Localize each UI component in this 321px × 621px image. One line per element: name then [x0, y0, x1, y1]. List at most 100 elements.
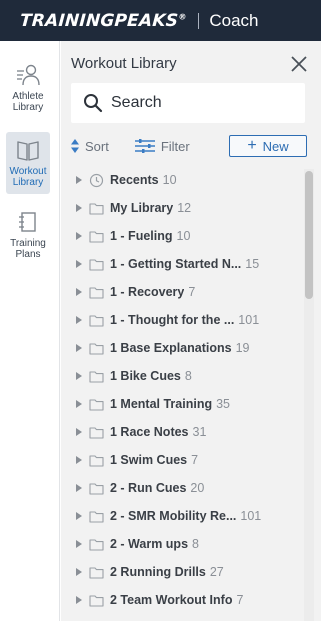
close-icon — [291, 56, 307, 72]
folder-name: 2 Running Drills — [110, 565, 206, 579]
folder-list: Recents 10 My Library 12 1 - Fueling 10 1 - Ge… — [61, 166, 301, 614]
folder-name: Recents — [110, 173, 159, 187]
expand-caret-icon[interactable] — [76, 232, 82, 240]
folder-name: 1 Swim Cues — [110, 453, 188, 467]
folder-row[interactable]: 1 Mental Training 35 — [61, 390, 301, 418]
filter-button[interactable]: Filter — [134, 138, 190, 154]
folder-row[interactable]: 1 - Thought for the ... 101 — [61, 306, 301, 334]
expand-caret-icon[interactable] — [76, 176, 82, 184]
panel-title: Workout Library — [71, 55, 177, 72]
expand-caret-icon[interactable] — [76, 288, 82, 296]
folder-icon — [89, 342, 104, 355]
expand-caret-icon[interactable] — [76, 344, 82, 352]
folder-name: 2 - Run Cues — [110, 481, 187, 495]
folder-row[interactable]: 2 - SMR Mobility Re... 101 — [61, 502, 301, 530]
expand-caret-icon[interactable] — [76, 540, 82, 548]
folder-icon — [89, 286, 104, 299]
folder-icon — [89, 454, 104, 467]
folder-icon — [89, 370, 104, 383]
expand-caret-icon[interactable] — [76, 260, 82, 268]
folder-icon — [89, 202, 104, 215]
folder-icon — [89, 482, 104, 495]
expand-caret-icon[interactable] — [76, 316, 82, 324]
expand-caret-icon[interactable] — [76, 568, 82, 576]
workout-library-icon — [15, 138, 41, 162]
folder-count: 27 — [209, 565, 224, 579]
expand-caret-icon[interactable] — [76, 428, 82, 436]
expand-caret-icon[interactable] — [76, 512, 82, 520]
folder-count: 12 — [177, 201, 192, 215]
folder-row[interactable]: 1 Bike Cues 8 — [61, 362, 301, 390]
folder-name: 1 Race Notes — [110, 425, 189, 439]
folder-row[interactable]: Recents 10 — [61, 166, 301, 194]
folder-count: 7 — [191, 453, 199, 467]
clock-icon — [89, 173, 104, 187]
folder-name: 2 - Warm ups — [110, 537, 189, 551]
search-box[interactable] — [71, 83, 305, 123]
scrollbar-thumb[interactable] — [305, 171, 313, 299]
rail-item-training-plans[interactable]: Training Plans — [6, 204, 50, 266]
folder-icon — [89, 426, 104, 439]
folder-name: 1 Bike Cues — [110, 369, 181, 383]
folder-count: 8 — [184, 369, 192, 383]
new-button[interactable]: + New — [229, 135, 307, 157]
top-bar: TRAININGPEAKS® Coach — [0, 0, 321, 41]
folder-count: 101 — [240, 509, 262, 523]
folder-count: 19 — [235, 341, 250, 355]
folder-name: 1 - Fueling — [110, 229, 173, 243]
folder-name: 1 - Recovery — [110, 285, 185, 299]
section-title: Coach — [209, 10, 259, 30]
workout-library-panel: Workout Library Sort — [61, 41, 321, 621]
expand-caret-icon[interactable] — [76, 596, 82, 604]
search-input[interactable] — [111, 94, 291, 112]
plus-icon: + — [247, 137, 257, 154]
folder-row[interactable]: 2 - Run Cues 20 — [61, 474, 301, 502]
expand-caret-icon[interactable] — [76, 372, 82, 380]
training-plans-icon — [15, 210, 41, 234]
folder-row[interactable]: 1 - Fueling 10 — [61, 222, 301, 250]
folder-row[interactable]: 1 - Getting Started N... 15 — [61, 250, 301, 278]
folder-name: 2 Team Workout Info — [110, 593, 233, 607]
expand-caret-icon[interactable] — [76, 484, 82, 492]
sort-icon — [71, 139, 79, 153]
folder-icon — [89, 314, 104, 327]
folder-row[interactable]: 2 - Warm ups 8 — [61, 530, 301, 558]
folder-icon — [89, 258, 104, 271]
folder-row[interactable]: 1 Race Notes 31 — [61, 418, 301, 446]
folder-count: 20 — [190, 481, 205, 495]
close-button[interactable] — [289, 54, 309, 74]
folder-row[interactable]: 2 Team Workout Info 7 — [61, 586, 301, 614]
expand-caret-icon[interactable] — [76, 204, 82, 212]
folder-row[interactable]: My Library 12 — [61, 194, 301, 222]
folder-row[interactable]: 1 Base Explanations 19 — [61, 334, 301, 362]
brand-logo[interactable]: TRAININGPEAKS® — [19, 11, 187, 31]
folder-icon — [89, 566, 104, 579]
folder-count: 7 — [236, 593, 244, 607]
folder-icon — [89, 594, 104, 607]
rail-item-athlete-library[interactable]: Athlete Library — [6, 57, 50, 119]
rail-item-workout-library[interactable]: Workout Library — [6, 132, 50, 194]
folder-count: 8 — [192, 537, 199, 551]
brand-divider — [198, 12, 200, 29]
folder-icon — [89, 538, 104, 551]
left-rail: Athlete Library Workout Library Training… — [0, 41, 60, 621]
folder-icon — [89, 398, 104, 411]
sort-label: Sort — [85, 138, 109, 154]
rail-item-label: Athlete Library — [12, 91, 44, 113]
filter-label: Filter — [160, 138, 190, 154]
folder-name: 1 - Thought for the ... — [110, 313, 235, 327]
expand-caret-icon[interactable] — [76, 456, 82, 464]
search-icon — [83, 93, 103, 113]
folder-row[interactable]: 1 Swim Cues 7 — [61, 446, 301, 474]
folder-count: 15 — [245, 257, 260, 271]
athlete-library-icon — [15, 63, 41, 87]
rail-item-label: Workout Library — [9, 166, 47, 188]
folder-count: 35 — [216, 397, 231, 411]
folder-count: 10 — [162, 173, 177, 187]
folder-count: 10 — [176, 229, 191, 243]
folder-row[interactable]: 2 Running Drills 27 — [61, 558, 301, 586]
sort-button[interactable]: Sort — [71, 139, 109, 154]
filter-icon — [134, 139, 155, 153]
expand-caret-icon[interactable] — [76, 400, 82, 408]
folder-row[interactable]: 1 - Recovery 7 — [61, 278, 301, 306]
